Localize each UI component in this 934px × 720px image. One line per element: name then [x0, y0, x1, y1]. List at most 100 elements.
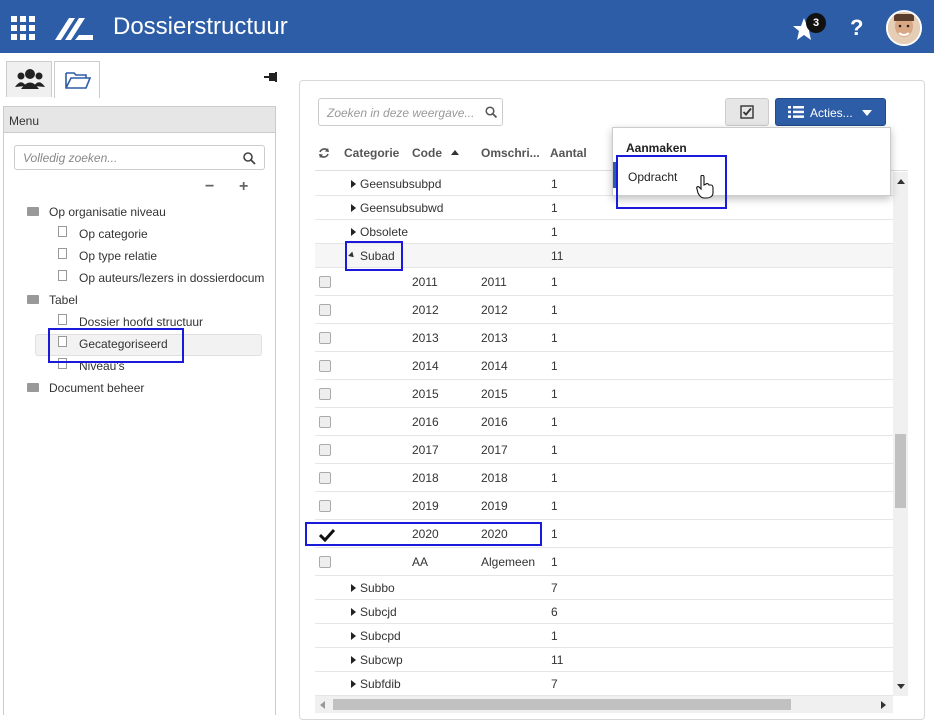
cell-categorie: Subcpd [360, 629, 401, 643]
row-checkbox[interactable] [319, 416, 331, 428]
vertical-scrollbar[interactable] [893, 172, 908, 696]
row-checkbox[interactable] [319, 556, 331, 568]
expand-caret-icon[interactable] [351, 228, 356, 236]
app-grid-icon[interactable] [11, 16, 35, 40]
collapse-all-button[interactable]: − [205, 178, 214, 196]
view-search-input[interactable]: Zoeken in deze weergave... [318, 98, 503, 126]
cell-aantal: 1 [551, 201, 558, 215]
scroll-left-icon[interactable] [320, 701, 325, 709]
cell-omschrijving: 2011 [481, 275, 507, 289]
scroll-thumb[interactable] [895, 434, 906, 508]
tree-node[interactable]: Document beheer [49, 381, 144, 395]
table-row[interactable]: 2019 2019 1 [315, 492, 893, 520]
tree-node[interactable]: Dossier hoofd structuur [79, 315, 203, 329]
column-header[interactable]: Categorie [344, 146, 399, 160]
cell-aantal: 1 [551, 629, 558, 643]
acties-button[interactable]: Acties... [775, 98, 886, 126]
table-row[interactable]: 2011 2011 1 [315, 268, 893, 296]
column-header[interactable]: Code [412, 146, 442, 160]
row-checkbox[interactable] [319, 304, 331, 316]
cell-aantal: 1 [551, 555, 558, 569]
column-header[interactable]: Aantal [550, 146, 587, 160]
tree-node[interactable]: Op type relatie [79, 249, 157, 263]
row-checkbox[interactable] [319, 388, 331, 400]
table-row[interactable]: 2013 2013 1 [315, 324, 893, 352]
cell-categorie: Subcwp [360, 653, 403, 667]
row-checkbox[interactable] [319, 332, 331, 344]
row-checkbox[interactable] [319, 444, 331, 456]
row-checkbox[interactable] [319, 472, 331, 484]
cell-aantal: 1 [551, 415, 558, 429]
tab-people[interactable] [6, 61, 52, 97]
tree-node[interactable]: Op categorie [79, 227, 148, 241]
highlight-box [305, 522, 542, 546]
row-checkbox[interactable] [319, 500, 331, 512]
refresh-icon[interactable] [318, 147, 330, 159]
list-icon [788, 106, 804, 118]
cell-aantal: 7 [551, 677, 558, 691]
scroll-up-icon[interactable] [897, 179, 905, 184]
expand-caret-icon[interactable] [351, 656, 356, 664]
pin-icon[interactable] [264, 71, 278, 83]
cell-aantal: 1 [551, 499, 558, 513]
expand-caret-icon[interactable] [351, 680, 356, 688]
table-row[interactable]: Subcpd 1 [315, 624, 893, 648]
folder-open-icon [65, 72, 92, 89]
table-row[interactable]: 2012 2012 1 [315, 296, 893, 324]
row-checkbox[interactable] [319, 276, 331, 288]
horizontal-scrollbar[interactable] [315, 696, 893, 713]
tree-node[interactable]: Tabel [49, 293, 78, 307]
scroll-thumb[interactable] [333, 699, 791, 710]
select-toggle-button[interactable] [725, 98, 769, 126]
users-icon [15, 69, 45, 89]
table-row[interactable]: 2018 2018 1 [315, 464, 893, 492]
column-header[interactable]: Omschri... [481, 146, 540, 160]
menu-header: Menu [4, 107, 275, 133]
cell-code: 2016 [412, 415, 439, 429]
expand-caret-icon[interactable] [351, 632, 356, 640]
cell-omschrijving: 2012 [481, 303, 508, 317]
full-search-input[interactable]: Volledig zoeken... [14, 145, 265, 170]
cell-omschrijving: 2015 [481, 387, 508, 401]
notification-badge: 3 [806, 13, 826, 33]
table-row[interactable]: 2016 2016 1 [315, 408, 893, 436]
left-tabs [0, 53, 280, 98]
highlight-box [48, 328, 184, 363]
scroll-down-icon[interactable] [897, 684, 905, 689]
highlight-box [345, 241, 403, 271]
table-row[interactable]: Subcjd 6 [315, 600, 893, 624]
table-row[interactable]: Subbo 7 [315, 576, 893, 600]
table-row[interactable]: Subfdib 7 [315, 672, 893, 696]
cell-code: 2015 [412, 387, 439, 401]
expand-caret-icon[interactable] [351, 204, 356, 212]
search-icon[interactable] [243, 152, 256, 165]
caret-down-icon [862, 110, 872, 116]
table-row[interactable]: 2017 2017 1 [315, 436, 893, 464]
scroll-right-icon[interactable] [881, 701, 886, 709]
cell-categorie: Subbo [360, 581, 395, 595]
table-row[interactable]: Geensubsubwd 1 [315, 196, 893, 220]
cell-aantal: 11 [551, 653, 564, 667]
cell-aantal: 1 [551, 471, 558, 485]
cell-omschrijving: 2013 [481, 331, 508, 345]
expand-all-button[interactable]: + [239, 178, 248, 196]
folder-open-icon [27, 295, 39, 304]
row-checkbox[interactable] [319, 360, 331, 372]
table-row[interactable]: AA Algemeen 1 [315, 548, 893, 576]
table-row[interactable]: Subcwp 11 [315, 648, 893, 672]
table-row[interactable]: 2014 2014 1 [315, 352, 893, 380]
cell-omschrijving: 2014 [481, 359, 508, 373]
expand-caret-icon[interactable] [351, 180, 356, 188]
document-icon [58, 248, 67, 259]
logo-icon[interactable] [55, 14, 93, 40]
document-icon [58, 270, 67, 281]
search-icon[interactable] [485, 106, 497, 118]
tab-folders[interactable] [54, 61, 100, 98]
help-icon[interactable]: ? [850, 15, 863, 41]
avatar[interactable] [886, 10, 922, 46]
tree-node[interactable]: Op organisatie niveau [49, 205, 166, 219]
tree-node[interactable]: Op auteurs/lezers in dossierdocum [79, 271, 264, 285]
table-row[interactable]: 2015 2015 1 [315, 380, 893, 408]
expand-caret-icon[interactable] [351, 608, 356, 616]
expand-caret-icon[interactable] [351, 584, 356, 592]
